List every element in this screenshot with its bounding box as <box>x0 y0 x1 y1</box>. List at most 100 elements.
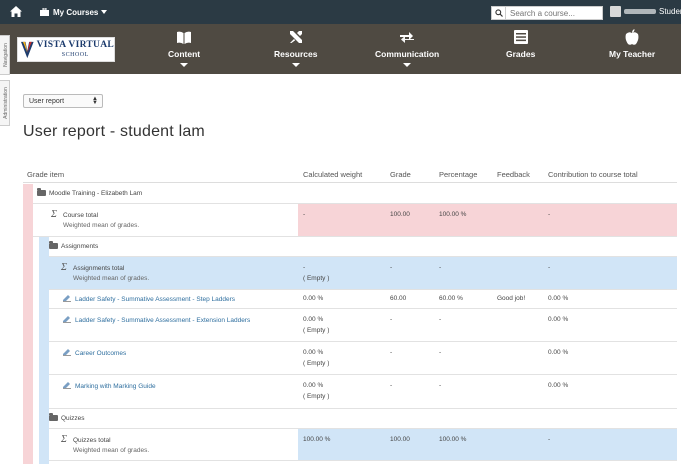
book-icon <box>177 31 192 44</box>
header-calculated-weight: Calculated weight <box>303 170 363 179</box>
list-icon <box>513 30 528 44</box>
apple-icon <box>625 29 639 45</box>
item-percentage: - <box>439 382 442 389</box>
course-total-sub: Weighted mean of grades. <box>63 222 140 229</box>
administration-block-tab[interactable]: Administration <box>0 80 10 126</box>
brand-bar: VISTA VIRTUAL SCHOOL Content Resources C… <box>0 24 681 74</box>
search-button[interactable] <box>492 7 506 19</box>
report-type-select[interactable]: User report ▲ ▼ <box>23 94 103 108</box>
grade-table: Grade item Calculated weight Grade Perce… <box>23 166 677 464</box>
category-row-quizzes: Quizzes <box>49 409 677 429</box>
course-total-highlight <box>298 204 677 236</box>
header-grade-item: Grade item <box>27 170 65 179</box>
item-grade: - <box>390 382 393 389</box>
my-courses-label: My Courses <box>53 7 99 17</box>
school-logo[interactable]: VISTA VIRTUAL SCHOOL <box>17 37 115 62</box>
grade-item-row: Ladder Safety - Summative Assessment - E… <box>49 309 677 342</box>
nav-communication[interactable]: Communication <box>375 29 439 67</box>
nav-my-teacher-label: My Teacher <box>609 49 656 59</box>
nav-content-label: Content <box>168 49 201 59</box>
course-search <box>491 6 603 20</box>
navigation-block-tab[interactable]: Navigation <box>0 35 10 75</box>
category-name: Moodle Training - Elizabeth Lam <box>49 190 143 197</box>
item-percentage: - <box>439 316 442 323</box>
item-weight-empty: ( Empty ) <box>303 393 330 400</box>
course-total-contribution: - <box>548 211 551 218</box>
quizzes-total-grade: 100.00 <box>390 436 410 443</box>
item-weight: 0.00 % <box>303 295 324 302</box>
chevron-down-icon <box>101 10 108 14</box>
item-contribution: 0.00 % <box>548 295 569 302</box>
sigma-icon: Σ <box>51 209 57 220</box>
assignments-total-weight: - <box>303 264 306 271</box>
grade-item-link[interactable]: Ladder Safety - Summative Assessment - E… <box>75 317 250 324</box>
course-total-grade: 100.00 <box>390 211 410 218</box>
item-percentage: 60.00 % <box>439 295 463 302</box>
user-name-blurred <box>624 9 656 14</box>
folder-icon <box>49 241 58 249</box>
my-courses-menu[interactable]: My Courses <box>40 7 108 17</box>
category-name: Quizzes <box>61 415 85 422</box>
search-input[interactable] <box>506 8 600 18</box>
logo-title: VISTA VIRTUAL <box>36 40 114 51</box>
item-grade: - <box>390 349 393 356</box>
administration-tab-label: Administration <box>3 87 9 119</box>
sigma-icon: Σ <box>61 262 67 273</box>
assignments-total-contribution: - <box>548 264 551 271</box>
course-total-weight: - <box>303 211 306 218</box>
assignments-total-percentage: - <box>439 264 442 271</box>
assignments-total-weight-empty: ( Empty ) <box>303 275 330 282</box>
item-contribution: 0.00 % <box>548 382 569 389</box>
nav-my-teacher[interactable]: My Teacher <box>609 29 655 59</box>
course-total-name: Course total <box>63 212 99 219</box>
assignments-total-grade: - <box>390 264 393 271</box>
assignments-total-sub: Weighted mean of grades. <box>73 275 150 282</box>
folder-icon <box>37 188 46 196</box>
assignment-icon <box>63 316 71 323</box>
nav-content[interactable]: Content <box>168 29 200 67</box>
table-header: Grade item Calculated weight Grade Perce… <box>23 166 677 183</box>
course-total-row: Σ Course total Weighted mean of grades. -… <box>33 204 677 237</box>
quizzes-total-name: Quizzes total <box>73 437 111 444</box>
item-grade: - <box>390 316 393 323</box>
assignment-icon <box>63 382 71 389</box>
category-bar-nested <box>39 237 49 464</box>
grade-item-row: Career Outcomes 0.00 % ( Empty ) - - 0.0… <box>49 342 677 375</box>
grade-item-row: Marking with Marking Guide 0.00 % ( Empt… <box>49 375 677 409</box>
item-weight-empty: ( Empty ) <box>303 360 330 367</box>
quizzes-total-highlight <box>298 429 677 460</box>
assignments-total-row: Σ Assignments total Weighted mean of grad… <box>49 257 677 290</box>
grade-item-row: Ladder Safety - Summative Assessment - S… <box>49 290 677 309</box>
top-navbar: My Courses Student <box>0 0 681 24</box>
item-grade: 60.00 <box>390 295 407 302</box>
sigma-icon: Σ <box>61 434 67 445</box>
category-row-main: Moodle Training - Elizabeth Lam <box>33 184 677 204</box>
search-icon <box>494 9 503 17</box>
nav-resources[interactable]: Resources <box>274 29 317 67</box>
grade-item-link[interactable]: Career Outcomes <box>75 350 126 357</box>
header-percentage: Percentage <box>439 170 478 179</box>
item-weight-empty: ( Empty ) <box>303 327 330 334</box>
item-contribution: 0.00 % <box>548 349 569 356</box>
home-icon[interactable] <box>10 6 22 18</box>
grade-item-link[interactable]: Marking with Marking Guide <box>75 383 156 390</box>
nav-resources-label: Resources <box>274 49 318 59</box>
user-menu[interactable]: Student <box>610 6 681 17</box>
user-name: Student <box>659 7 681 16</box>
course-total-percentage: 100.00 % <box>439 211 467 218</box>
assignments-total-name: Assignments total <box>73 265 125 272</box>
assignment-icon <box>63 295 71 302</box>
page-title: User report - student lam <box>23 123 205 140</box>
header-grade: Grade <box>390 170 411 179</box>
category-bar-main <box>23 184 33 464</box>
quizzes-total-percentage: 100.00 % <box>439 436 467 443</box>
chevron-down-icon <box>180 63 189 67</box>
grade-item-link[interactable]: Ladder Safety - Summative Assessment - S… <box>75 296 235 303</box>
nav-grades[interactable]: Grades <box>506 29 535 59</box>
logo-mark-icon <box>21 41 34 58</box>
navigation-tab-label: Navigation <box>3 43 9 67</box>
nav-communication-label: Communication <box>375 49 440 59</box>
quizzes-total-weight: 100.00 % <box>303 436 331 443</box>
tools-icon <box>289 31 302 43</box>
quizzes-total-sub: Weighted mean of grades. <box>73 447 150 454</box>
